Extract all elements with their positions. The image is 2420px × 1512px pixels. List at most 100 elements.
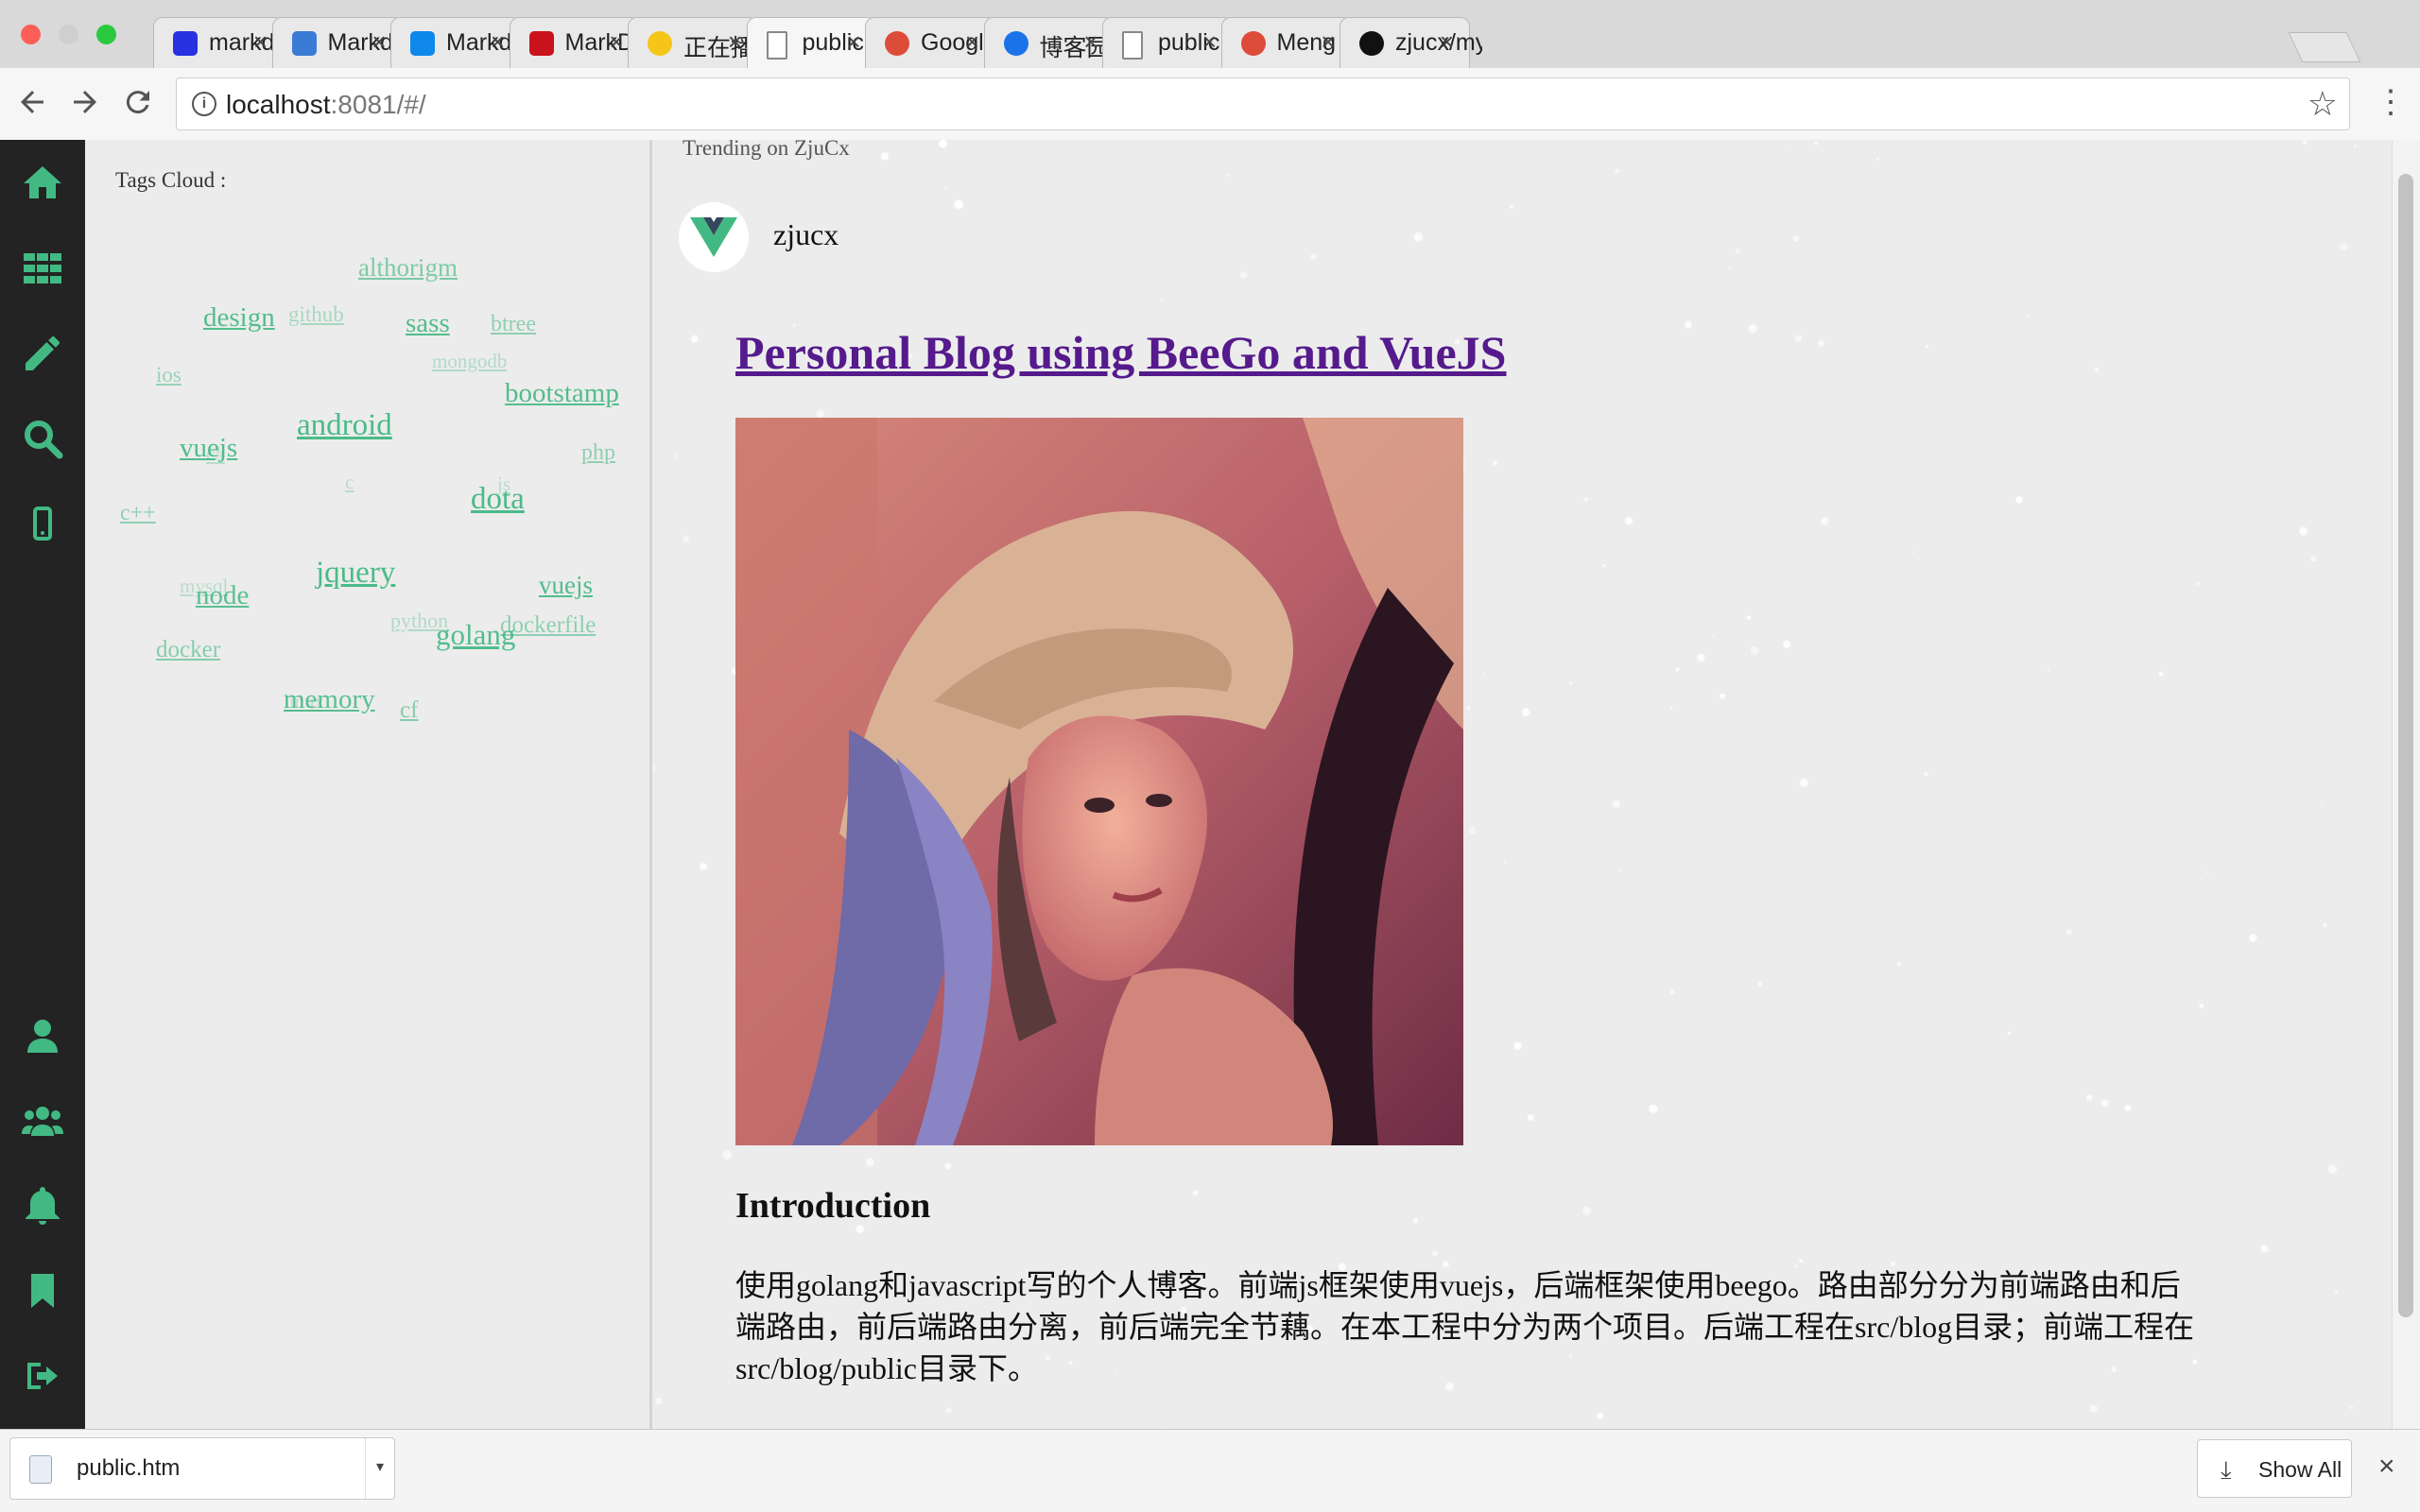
- post-cover-image: [735, 418, 1463, 1145]
- apps-grid-icon[interactable]: [20, 246, 65, 291]
- post-title-link[interactable]: Personal Blog using BeeGo and VueJS: [735, 325, 1506, 380]
- tag-link[interactable]: php: [581, 440, 615, 466]
- show-all-label: Show All: [2258, 1457, 2342, 1482]
- intro-paragraph: 使用golang和javascript写的个人博客。前端js框架使用vuejs，…: [735, 1268, 2195, 1385]
- users-icon[interactable]: [20, 1098, 65, 1143]
- google-plus-icon: [885, 31, 909, 56]
- paw-icon: [173, 31, 198, 56]
- sign-out-icon[interactable]: [20, 1353, 65, 1399]
- tab-close-icon[interactable]: ×: [965, 27, 979, 57]
- mobile-icon[interactable]: [20, 501, 65, 546]
- tag-link[interactable]: c: [345, 471, 354, 494]
- tag-link[interactable]: sass: [406, 308, 450, 339]
- tag-link[interactable]: althorigm: [358, 253, 458, 283]
- browser-tab[interactable]: MarkDov ×: [509, 17, 652, 68]
- browser-menu-icon[interactable]: ⋮: [2375, 83, 2407, 121]
- browser-tab[interactable]: Markdow ×: [271, 17, 415, 68]
- browser-tab[interactable]: Meng Sh ×: [1220, 17, 1364, 68]
- browser-tab[interactable]: Google+ ×: [865, 17, 1008, 68]
- download-item[interactable]: public.htm ▾: [9, 1437, 395, 1500]
- address-bar[interactable]: i localhost:8081/#/ ☆: [176, 77, 2350, 130]
- tag-link[interactable]: docker: [156, 637, 220, 663]
- tag-link[interactable]: c#: [206, 442, 225, 466]
- tag-link[interactable]: btree: [491, 312, 536, 337]
- tag-link[interactable]: bootstamp: [505, 378, 619, 409]
- tab-close-icon[interactable]: ×: [1440, 27, 1454, 57]
- tags-cloud-panel: Tags Cloud : althorigm design github sas…: [85, 140, 652, 1429]
- show-all-downloads-button[interactable]: ⤓ Show All: [2197, 1439, 2352, 1498]
- browser-toolbar: i localhost:8081/#/ ☆ ⋮: [0, 68, 2420, 141]
- page-icon: [1122, 31, 1143, 60]
- csdn-icon: [528, 31, 554, 56]
- tag-link[interactable]: dota: [471, 482, 525, 517]
- search-icon[interactable]: [20, 416, 65, 461]
- zhihu-icon: [410, 31, 435, 56]
- window-zoom-button[interactable]: [96, 25, 116, 44]
- url-host: localhost: [226, 90, 331, 119]
- tab-close-icon[interactable]: ×: [1202, 27, 1217, 57]
- trending-label: Trending on ZjuCx: [683, 140, 850, 160]
- bell-icon[interactable]: [20, 1183, 65, 1228]
- download-filename: public.htm: [77, 1455, 181, 1481]
- tab-close-icon[interactable]: ×: [491, 27, 505, 57]
- tag-link[interactable]: mongodb: [432, 350, 507, 373]
- tag-link[interactable]: node: [196, 580, 249, 611]
- browser-tab[interactable]: Markdow ×: [390, 17, 533, 68]
- window-minimize-button[interactable]: [59, 25, 78, 44]
- forward-button[interactable]: [68, 85, 102, 127]
- chevron-down-icon[interactable]: ▾: [365, 1438, 394, 1499]
- tag-link[interactable]: vuejs: [539, 571, 593, 600]
- music-icon: [648, 31, 672, 56]
- arrow-right-icon: [74, 91, 96, 113]
- google-plus-icon: [1240, 31, 1266, 56]
- tab-close-icon[interactable]: ×: [846, 27, 860, 57]
- file-icon: [29, 1455, 52, 1484]
- browser-tab[interactable]: public ×: [746, 17, 877, 68]
- info-icon[interactable]: i: [192, 92, 216, 116]
- tag-link[interactable]: ios: [156, 363, 182, 387]
- browser-tab[interactable]: public ×: [1102, 17, 1233, 68]
- browser-tab[interactable]: markdow ×: [153, 17, 296, 68]
- url-rest: :8081/#/: [330, 90, 426, 119]
- tag-link[interactable]: golang: [436, 618, 515, 652]
- tag-link[interactable]: c++: [120, 501, 156, 526]
- close-icon[interactable]: ×: [2378, 1451, 2395, 1483]
- tag-link[interactable]: cf: [400, 697, 418, 724]
- window-close-button[interactable]: [21, 25, 41, 44]
- bookmark-star-icon[interactable]: ☆: [2308, 84, 2338, 124]
- tag-link[interactable]: android: [297, 408, 392, 443]
- vue-logo-avatar[interactable]: [679, 202, 749, 272]
- reload-button[interactable]: [121, 85, 155, 127]
- icon-sidebar: [0, 140, 85, 1429]
- intro-heading: Introduction: [735, 1186, 931, 1226]
- main-content: Trending on ZjuCx zjucx Personal Blog us…: [652, 140, 2392, 1429]
- tab-close-icon[interactable]: ×: [609, 27, 623, 57]
- browser-tab[interactable]: 正在播 ×: [628, 17, 758, 68]
- page-scrollbar[interactable]: [2392, 140, 2420, 1429]
- tag-link[interactable]: memory: [284, 684, 375, 715]
- pencil-icon[interactable]: [20, 331, 65, 376]
- tag-link[interactable]: jquery: [316, 556, 395, 591]
- download-shelf: public.htm ▾ ⤓ Show All ×: [0, 1429, 2420, 1512]
- browser-tab[interactable]: zjucx/my ×: [1340, 17, 1482, 68]
- drop-icon: [291, 31, 317, 56]
- back-button[interactable]: [15, 85, 49, 127]
- tab-close-icon[interactable]: ×: [253, 27, 268, 57]
- scrollbar-thumb[interactable]: [2398, 174, 2413, 1317]
- bookmark-icon[interactable]: [20, 1268, 65, 1314]
- download-icon: ⤓: [2221, 1455, 2232, 1484]
- tab-close-icon[interactable]: ×: [1083, 27, 1098, 57]
- user-icon[interactable]: [20, 1013, 65, 1058]
- tab-close-icon[interactable]: ×: [372, 27, 386, 57]
- tab-close-icon[interactable]: ×: [728, 27, 742, 57]
- author-name[interactable]: zjucx: [773, 217, 838, 252]
- tag-link[interactable]: design: [203, 302, 275, 334]
- new-tab-button[interactable]: [2288, 32, 2361, 62]
- tab-close-icon[interactable]: ×: [1321, 27, 1335, 57]
- reload-icon: [126, 91, 149, 114]
- url-text[interactable]: localhost:8081/#/: [226, 90, 426, 120]
- home-icon[interactable]: [20, 161, 65, 206]
- tag-link[interactable]: github: [288, 302, 344, 327]
- cnblogs-icon: [1003, 31, 1028, 56]
- browser-tab[interactable]: 博客园 - ×: [983, 17, 1125, 68]
